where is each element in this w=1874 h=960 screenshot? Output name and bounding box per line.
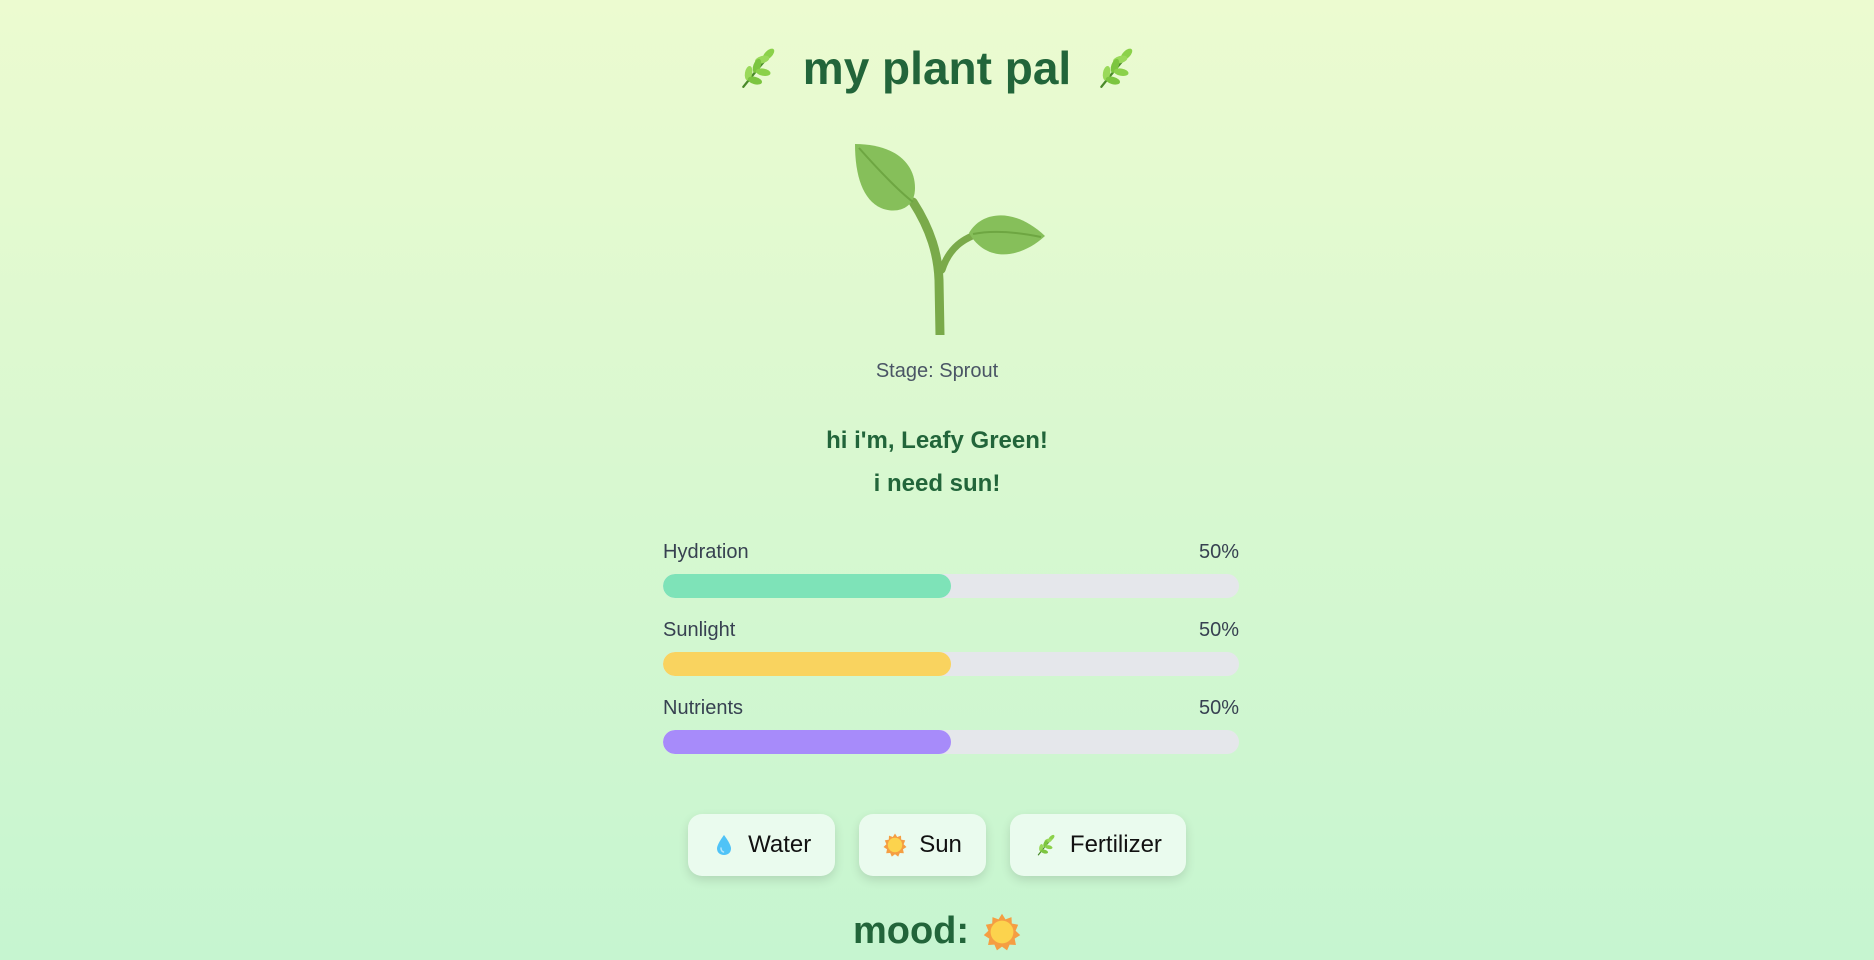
stat-sunlight: Sunlight 50% [663, 618, 1239, 696]
stat-value: 50% [1198, 619, 1239, 641]
water-button[interactable]: Water [688, 814, 836, 876]
plant-pal-app: my plant pal Stage: Sprout hi i'm, Leafy… [0, 0, 1874, 960]
sunlight-bar [663, 652, 1239, 676]
greeting-text: hi i'm, Leafy Green! [826, 427, 1048, 454]
herb-icon [1095, 45, 1137, 91]
stat-nutrients: Nutrients 50% [663, 696, 1239, 774]
stats-panel: Hydration 50% Sunlight 50% Nutrients 50% [663, 540, 1239, 774]
action-buttons: Water Sun Fertilizer [0, 814, 1874, 876]
hydration-bar [663, 574, 1239, 598]
stat-hydration: Hydration 50% [663, 540, 1239, 618]
stat-label: Sunlight [663, 619, 736, 641]
nutrients-bar [663, 730, 1239, 754]
sun-icon [983, 913, 1021, 951]
droplet-icon [712, 833, 736, 857]
herb-icon [1034, 833, 1058, 857]
sun-icon [883, 833, 907, 857]
sun-button-label: Sun [919, 831, 962, 858]
need-text: i need sun! [873, 470, 1001, 497]
seedling-icon [853, 140, 1048, 335]
hydration-bar-fill [663, 574, 951, 598]
fertilizer-button[interactable]: Fertilizer [1009, 814, 1186, 876]
nutrients-bar-fill [663, 730, 951, 754]
title-row: my plant pal [0, 38, 1874, 98]
stat-value: 50% [1198, 541, 1239, 563]
stat-label: Nutrients [663, 697, 744, 719]
sunlight-bar-fill [663, 652, 951, 676]
water-button-label: Water [748, 831, 812, 858]
mood-label: mood: [852, 910, 970, 952]
herb-icon [737, 45, 779, 91]
stat-value: 50% [1198, 697, 1239, 719]
mood-indicator: mood: [0, 910, 1874, 953]
stat-label: Hydration [663, 541, 749, 563]
page-title: my plant pal [802, 42, 1072, 94]
fertilizer-button-label: Fertilizer [1069, 831, 1162, 858]
sun-button[interactable]: Sun [859, 814, 986, 876]
stage-label: Stage: Sprout [875, 360, 999, 382]
